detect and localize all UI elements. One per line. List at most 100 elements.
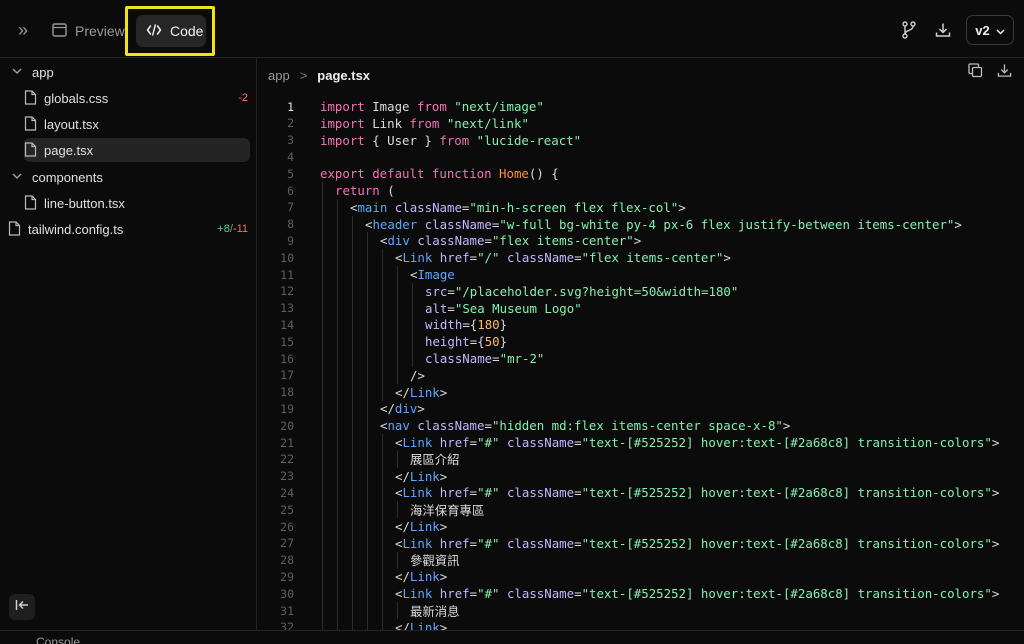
indent-guide [352, 551, 353, 569]
code-token: width [425, 317, 463, 333]
indent-guide [322, 299, 323, 317]
code-token: className [499, 535, 575, 551]
code-token: = [469, 435, 478, 450]
code-line: 13 alt="Sea Museum Logo" [258, 299, 1018, 317]
indent-guide [367, 282, 368, 300]
tree-file-tailwind-config[interactable]: tailwind.config.ts +8/-11 [8, 217, 250, 241]
indent-guide [322, 602, 323, 619]
code-token: "Sea Museum Logo" [454, 300, 582, 316]
code-token: className [425, 351, 493, 366]
code-token: href [432, 586, 470, 602]
line-number: 8 [287, 217, 294, 232]
indent-guide [367, 383, 368, 401]
code-line: 15 height={50} [258, 333, 1018, 351]
line-number: 1 [287, 99, 294, 114]
tab-code[interactable]: Code [136, 15, 206, 47]
indent-guide [352, 568, 353, 586]
indent-guide [397, 366, 398, 384]
indent-guide [352, 501, 353, 519]
breadcrumb-folder[interactable]: app [268, 68, 290, 83]
indent-guide [382, 585, 383, 603]
code-token: = [469, 250, 478, 266]
indent-guide [397, 602, 398, 619]
indent-guide [337, 417, 338, 435]
indent-guide [382, 434, 383, 451]
code-token: height [425, 334, 470, 350]
download-icon[interactable] [932, 19, 954, 41]
indent-guide [322, 551, 323, 569]
code-text: 海洋保育專區 [410, 501, 484, 519]
line-number: 16 [280, 351, 294, 366]
collapse-sidebar-button[interactable] [9, 594, 35, 620]
breadcrumb-separator: > [299, 67, 308, 83]
code-line: 4 [258, 148, 1018, 165]
code-text: <Link href="#" className="text-[#525252]… [395, 485, 999, 500]
code-token: = [492, 351, 500, 366]
chevron-down-icon [12, 66, 26, 78]
code-token: > [439, 468, 448, 484]
code-token: = [484, 418, 492, 434]
code-token: Link [402, 250, 433, 266]
file-tree-sidebar: app globals.css -2 layout.tsx page.tsx c… [0, 58, 257, 630]
code-token: "flex items-center" [581, 250, 724, 266]
expand-sidebar-icon[interactable]: » [12, 20, 34, 42]
line-number: 20 [280, 418, 294, 433]
code-token: Link [409, 619, 440, 630]
code-token: > [439, 569, 448, 585]
indent-guide [367, 417, 368, 435]
copy-icon[interactable] [968, 63, 983, 83]
git-branch-icon[interactable] [898, 19, 920, 41]
download-file-icon[interactable] [997, 63, 1012, 83]
breadcrumb-file: page.tsx [317, 67, 371, 83]
code-token: > [782, 418, 791, 434]
code-line: 1 import Image from "next/image" [258, 98, 1018, 115]
tree-file-layout-tsx[interactable]: layout.tsx [24, 112, 250, 136]
code-text: <Image [410, 267, 455, 282]
code-token: Link [402, 485, 433, 501]
code-token: > [417, 401, 425, 417]
tree-file-globals-css[interactable]: globals.css -2 [24, 86, 250, 110]
line-number: 22 [280, 452, 294, 467]
tree-folder-components[interactable]: components [12, 165, 250, 189]
indent-guide [352, 215, 353, 233]
code-text: src="/placeholder.svg?height=50&width=18… [425, 284, 738, 299]
code-text: </Link> [395, 469, 447, 484]
code-text: </Link> [395, 385, 447, 400]
code-text: className="mr-2" [425, 351, 544, 366]
code-token: > [678, 199, 686, 215]
tree-folder-app[interactable]: app [12, 60, 250, 84]
tree-file-line-button-tsx[interactable]: line-button.tsx [24, 191, 250, 215]
console-tab[interactable]: Console [36, 635, 80, 644]
code-text: import Image from "next/image" [320, 99, 544, 114]
indent-guide [382, 282, 383, 300]
indent-guide [397, 282, 398, 300]
indent-guide [337, 585, 338, 603]
code-token: = [469, 485, 478, 501]
indent-guide [367, 400, 368, 418]
code-token: ={ [462, 317, 478, 333]
code-view[interactable]: 1 import Image from "next/image" 2 import L… [258, 94, 1024, 630]
code-token: = [574, 250, 582, 266]
diff-stat: +8/-11 [217, 223, 248, 235]
diff-deletions: -2 [238, 92, 248, 104]
code-token: = [447, 283, 455, 299]
tab-preview[interactable]: Preview [42, 15, 135, 47]
code-token: src [425, 283, 448, 299]
code-token: ={ [469, 334, 485, 350]
version-select[interactable]: v2 [966, 15, 1014, 45]
code-token: "/" [477, 250, 500, 266]
code-token: Link [402, 435, 433, 450]
indent-guide [367, 501, 368, 519]
line-number: 21 [280, 435, 294, 450]
code-token: export default function [320, 166, 500, 182]
indent-guide [397, 316, 398, 334]
code-line: 25 海洋保育專區 [258, 501, 1018, 519]
code-token: className [499, 435, 575, 450]
indent-guide [337, 602, 338, 619]
indent-guide [337, 551, 338, 569]
tree-item-label: layout.tsx [44, 116, 99, 132]
tree-file-page-tsx[interactable]: page.tsx [24, 138, 250, 162]
indent-guide [382, 467, 383, 485]
code-token: div [387, 233, 410, 249]
code-token: className [387, 199, 462, 215]
